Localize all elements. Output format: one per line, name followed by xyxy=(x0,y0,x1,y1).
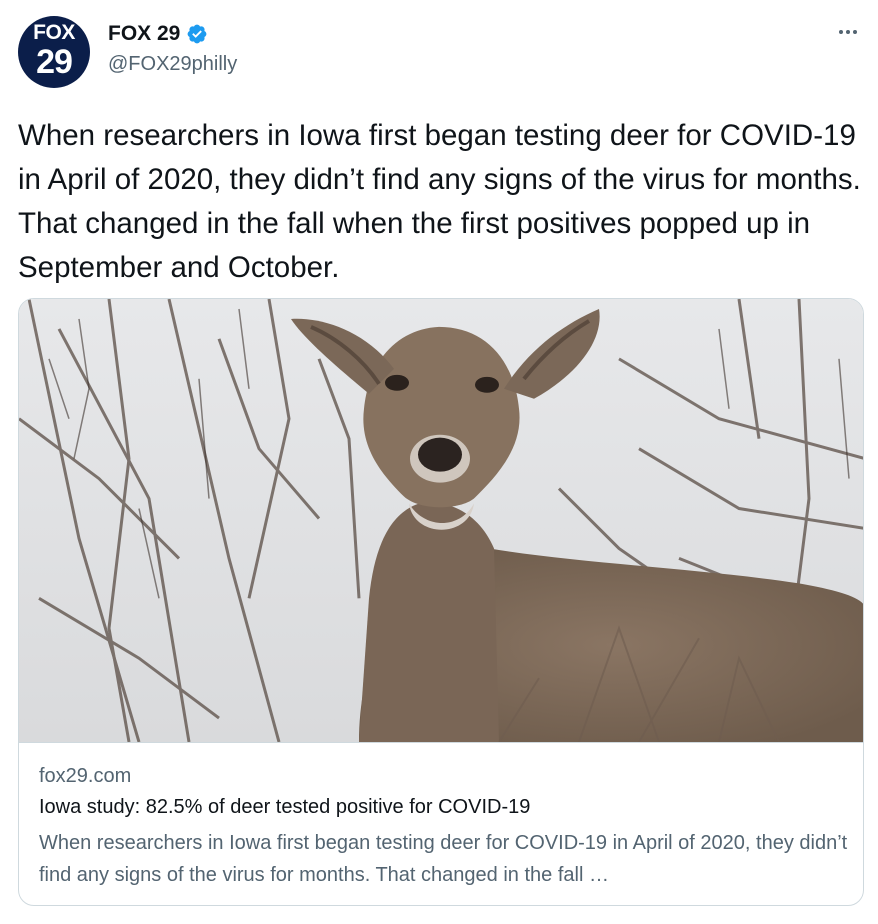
card-image-deer[interactable] xyxy=(19,299,864,743)
card-description: When researchers in Iowa first began tes… xyxy=(39,832,848,886)
fox29-logo: FOX 29 xyxy=(18,22,90,79)
more-dot xyxy=(839,30,843,34)
handle[interactable]: @FOX29philly xyxy=(108,53,237,76)
more-dot xyxy=(846,30,850,34)
more-options-button[interactable] xyxy=(832,20,864,44)
tweet-text: When researchers in Iowa first began tes… xyxy=(18,119,861,284)
display-name[interactable]: FOX 29 xyxy=(108,22,180,46)
avatar-logo-line1: FOX xyxy=(33,21,75,44)
verified-badge-icon xyxy=(187,24,207,44)
more-dot xyxy=(853,30,857,34)
tweet: FOX 29 FOX 29 @FOX29philly When research… xyxy=(0,0,878,924)
link-card[interactable]: fox29.com Iowa study: 82.5% of deer test… xyxy=(18,298,864,906)
card-domain: fox29.com xyxy=(39,765,132,787)
author-name-row: FOX 29 xyxy=(108,22,208,46)
avatar-logo-line2: 29 xyxy=(36,43,73,81)
card-title: Iowa study: 82.5% of deer tested positiv… xyxy=(39,796,531,818)
avatar[interactable]: FOX 29 xyxy=(18,16,90,88)
